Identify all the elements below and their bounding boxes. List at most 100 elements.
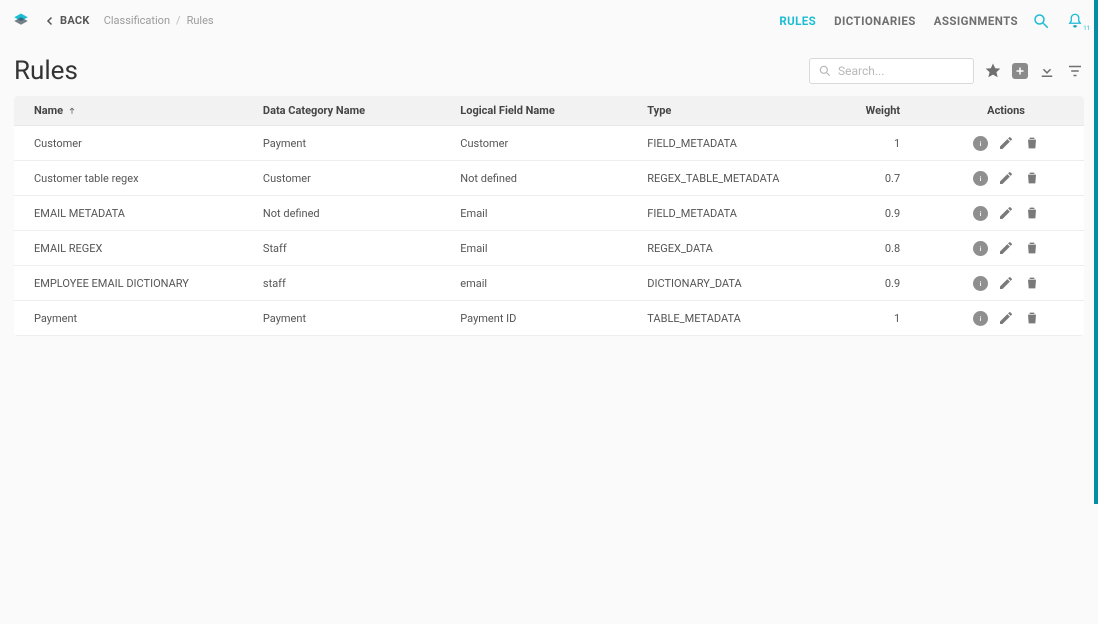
cell-logical-field: Customer [450, 126, 637, 161]
cell-name: EMPLOYEE EMAIL DICTIONARY [14, 266, 253, 301]
table-search[interactable] [809, 58, 974, 84]
breadcrumb-parent[interactable]: Classification [104, 14, 170, 27]
cell-logical-field: Email [450, 231, 637, 266]
cell-category: Not defined [253, 196, 450, 231]
cell-logical-field: email [450, 266, 637, 301]
cell-actions: i [928, 196, 1084, 231]
svg-text:i: i [979, 175, 981, 182]
cell-category: staff [253, 266, 450, 301]
col-header-category[interactable]: Data Category Name [253, 96, 450, 126]
col-header-actions: Actions [928, 96, 1084, 126]
cell-weight: 1 [824, 126, 928, 161]
info-icon[interactable]: i [973, 276, 988, 291]
table-row[interactable]: EMPLOYEE EMAIL DICTIONARYstaffemailDICTI… [14, 266, 1084, 301]
edit-icon[interactable] [998, 310, 1014, 326]
delete-icon[interactable] [1024, 310, 1040, 326]
top-bar: BACK Classification / Rules RULES DICTIO… [0, 0, 1098, 42]
edit-icon[interactable] [998, 240, 1014, 256]
cell-type: REGEX_DATA [637, 231, 824, 266]
delete-icon[interactable] [1024, 170, 1040, 186]
edit-icon[interactable] [998, 205, 1014, 221]
table-row[interactable]: PaymentPaymentPayment IDTABLE_METADATA1i [14, 301, 1084, 336]
table-toolbar [984, 62, 1084, 80]
cell-logical-field: Email [450, 196, 637, 231]
cell-actions: i [928, 301, 1084, 336]
svg-text:i: i [979, 280, 981, 287]
favorite-icon[interactable] [984, 62, 1002, 80]
cell-weight: 0.7 [824, 161, 928, 196]
cell-type: REGEX_TABLE_METADATA [637, 161, 824, 196]
add-rule-button[interactable] [1012, 63, 1028, 79]
sort-asc-icon [67, 106, 77, 116]
app-logo-icon [12, 12, 30, 30]
delete-icon[interactable] [1024, 135, 1040, 151]
table-row[interactable]: Customer table regexCustomerNot definedR… [14, 161, 1084, 196]
col-header-logical-field[interactable]: Logical Field Name [450, 96, 637, 126]
edit-icon[interactable] [998, 170, 1014, 186]
breadcrumb-separator: / [176, 14, 181, 27]
info-icon[interactable]: i [973, 171, 988, 186]
svg-text:i: i [979, 245, 981, 252]
cell-logical-field: Payment ID [450, 301, 637, 336]
col-header-type[interactable]: Type [637, 96, 824, 126]
tab-assignments[interactable]: ASSIGNMENTS [934, 14, 1018, 28]
cell-type: DICTIONARY_DATA [637, 266, 824, 301]
cell-category: Customer [253, 161, 450, 196]
cell-logical-field: Not defined [450, 161, 637, 196]
svg-text:i: i [979, 140, 981, 147]
page-title: Rules [14, 56, 78, 86]
delete-icon[interactable] [1024, 205, 1040, 221]
svg-text:i: i [979, 315, 981, 322]
cell-name: EMAIL REGEX [14, 231, 253, 266]
cell-category: Payment [253, 126, 450, 161]
breadcrumb-current: Rules [187, 14, 214, 27]
search-icon [818, 64, 832, 78]
chevron-left-icon [44, 15, 56, 27]
global-search-icon[interactable] [1032, 12, 1050, 30]
cell-weight: 0.9 [824, 196, 928, 231]
search-input[interactable] [838, 64, 994, 78]
cell-type: TABLE_METADATA [637, 301, 824, 336]
table-row[interactable]: EMAIL REGEXStaffEmailREGEX_DATA0.8i [14, 231, 1084, 266]
cell-name: EMAIL METADATA [14, 196, 253, 231]
table-row[interactable]: CustomerPaymentCustomerFIELD_METADATA1i [14, 126, 1084, 161]
filter-icon[interactable] [1066, 62, 1084, 80]
notifications-icon[interactable]: 11 [1066, 12, 1084, 30]
col-header-name-label: Name [34, 104, 63, 117]
notifications-badge: 11 [1083, 25, 1090, 32]
edit-icon[interactable] [998, 135, 1014, 151]
topbar-icons: 11 [1032, 12, 1084, 30]
cell-type: FIELD_METADATA [637, 126, 824, 161]
tab-rules[interactable]: RULES [779, 14, 816, 28]
right-edge-accent [1094, 0, 1098, 504]
info-icon[interactable]: i [973, 206, 988, 221]
delete-icon[interactable] [1024, 275, 1040, 291]
cell-actions: i [928, 231, 1084, 266]
cell-name: Customer table regex [14, 161, 253, 196]
svg-text:i: i [979, 210, 981, 217]
breadcrumb: Classification / Rules [104, 14, 214, 27]
info-icon[interactable]: i [973, 136, 988, 151]
delete-icon[interactable] [1024, 240, 1040, 256]
edit-icon[interactable] [998, 275, 1014, 291]
col-header-weight[interactable]: Weight [824, 96, 928, 126]
download-icon[interactable] [1038, 62, 1056, 80]
page-header: Rules [0, 42, 1098, 96]
tab-dictionaries[interactable]: DICTIONARIES [834, 14, 916, 28]
info-icon[interactable]: i [973, 241, 988, 256]
back-label: BACK [60, 14, 90, 27]
info-icon[interactable]: i [973, 311, 988, 326]
rules-table: Name Data Category Name Logical Field Na… [14, 96, 1084, 336]
cell-actions: i [928, 161, 1084, 196]
back-button[interactable]: BACK [44, 14, 90, 27]
primary-tabs: RULES DICTIONARIES ASSIGNMENTS [779, 14, 1018, 28]
cell-weight: 0.9 [824, 266, 928, 301]
cell-category: Staff [253, 231, 450, 266]
table-row[interactable]: EMAIL METADATANot definedEmailFIELD_META… [14, 196, 1084, 231]
cell-name: Customer [14, 126, 253, 161]
cell-weight: 1 [824, 301, 928, 336]
cell-actions: i [928, 126, 1084, 161]
cell-name: Payment [14, 301, 253, 336]
col-header-name[interactable]: Name [14, 96, 253, 126]
cell-category: Payment [253, 301, 450, 336]
